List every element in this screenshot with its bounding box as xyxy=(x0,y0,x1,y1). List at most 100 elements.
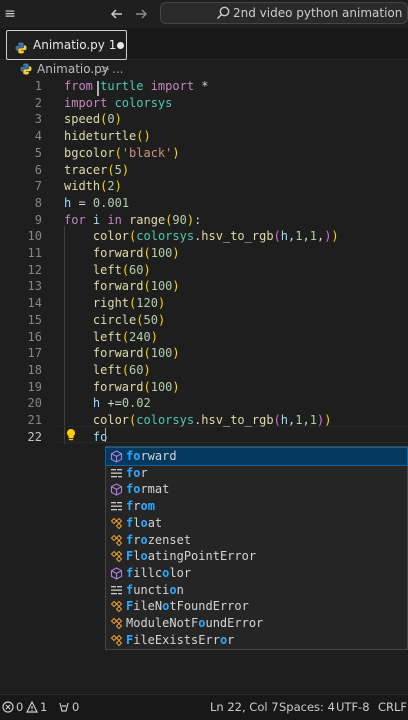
suggestion-item[interactable]: FloatingPointError xyxy=(106,548,407,565)
code-line[interactable]: h = 0.001 xyxy=(64,195,129,212)
code-line[interactable]: forward(100) xyxy=(64,379,180,396)
line-number: 5 xyxy=(34,145,42,160)
code-line[interactable]: forward(100) xyxy=(64,345,180,362)
unsaved-dot-icon[interactable] xyxy=(117,42,124,49)
code-line[interactable]: forward(100) xyxy=(64,278,180,295)
command-center-text: 2nd video python animation xyxy=(233,6,403,20)
line-number: 10 xyxy=(27,229,42,244)
tab-problem-count: 1 xyxy=(108,38,117,52)
method-cube-icon xyxy=(110,567,123,580)
keyword-icon xyxy=(110,584,123,597)
arrow-right-icon[interactable] xyxy=(131,4,151,24)
code-line[interactable]: speed(0) xyxy=(64,111,122,128)
code-line[interactable]: tracer(5) xyxy=(64,162,129,179)
tab-label: Animatio.py xyxy=(33,38,105,52)
code-line[interactable]: h +=0.02 xyxy=(64,395,151,412)
class-icon xyxy=(110,517,123,530)
keyword-icon xyxy=(110,500,123,513)
code-line[interactable]: color(colorsys.hsv_to_rgb(h,1,1)) xyxy=(64,412,332,429)
line-number: 2 xyxy=(34,95,42,110)
line-number: 7 xyxy=(34,179,42,194)
breadcrumb-symbols[interactable]: ... xyxy=(112,60,123,78)
suggestion-label: ModuleNotFoundError xyxy=(126,616,264,630)
class-icon xyxy=(110,634,123,647)
suggestion-label: fillcolor xyxy=(126,565,192,580)
line-number: 9 xyxy=(34,212,42,227)
indentation[interactable]: Spaces: 4 xyxy=(279,695,335,719)
line-number: 17 xyxy=(27,346,42,361)
suggestion-item[interactable]: for xyxy=(106,465,407,482)
method-cube-icon xyxy=(110,450,123,463)
breadcrumb-separator: > xyxy=(100,62,111,76)
lightbulb-icon[interactable] xyxy=(65,428,77,442)
code-line[interactable]: bgcolor('black') xyxy=(64,145,180,162)
line-ending[interactable]: CRLF xyxy=(378,695,407,719)
line-number: 12 xyxy=(27,262,42,277)
suggestion-label: function xyxy=(126,582,184,597)
code-line[interactable]: left(240) xyxy=(64,329,158,346)
suggestion-label: for xyxy=(126,465,148,480)
suggestion-item[interactable]: float xyxy=(106,515,407,532)
line-number: 22 xyxy=(27,429,42,444)
python-file-icon xyxy=(20,63,32,75)
code-line[interactable]: forward(100) xyxy=(64,245,180,262)
breadcrumb-file[interactable]: Animatio.py xyxy=(37,60,109,78)
suggestion-label: frozenset xyxy=(126,532,192,547)
command-center-search[interactable]: 2nd video python animation xyxy=(160,2,408,24)
suggestion-label: FloatingPointError xyxy=(126,549,257,564)
line-number: 19 xyxy=(27,379,42,394)
ports-count[interactable]: 0 xyxy=(72,695,79,719)
text-cursor xyxy=(97,81,99,96)
suggestion-label: FileExistsError xyxy=(126,632,235,647)
warning-count[interactable]: 1 xyxy=(40,695,47,719)
suggestion-label: FileNotFoundError xyxy=(126,599,249,614)
class-icon xyxy=(110,534,123,547)
error-count[interactable]: 0 xyxy=(16,695,23,719)
warning-icon[interactable] xyxy=(26,700,38,713)
menu-icon[interactable]: ≡ xyxy=(0,4,20,24)
suggestion-item[interactable]: forward xyxy=(105,447,408,466)
code-line[interactable]: for i in range(90): xyxy=(64,212,201,229)
suggestion-label: format xyxy=(126,482,170,497)
tab-animatio-py[interactable]: Animatio.py 1 xyxy=(6,30,127,60)
breadcrumb: Animatio.py > ... xyxy=(0,60,408,78)
line-number: 11 xyxy=(27,246,42,260)
code-line[interactable]: width(2) xyxy=(64,178,122,195)
tab-bar: Animatio.py 1 xyxy=(0,28,408,60)
suggestion-label: float xyxy=(126,515,163,530)
code-line[interactable]: left(60) xyxy=(64,362,151,379)
code-line[interactable]: import colorsys xyxy=(64,95,172,112)
suggestion-item[interactable]: function xyxy=(106,582,407,599)
line-number: 13 xyxy=(27,279,42,294)
suggestion-item[interactable]: fillcolor xyxy=(106,565,407,582)
code-line[interactable]: from turtle import * xyxy=(64,78,209,95)
code-line[interactable]: circle(50) xyxy=(64,312,165,329)
search-icon xyxy=(215,5,231,21)
suggestion-item[interactable]: from xyxy=(106,498,407,515)
python-file-icon xyxy=(15,39,27,54)
suggestion-item[interactable]: frozenset xyxy=(106,532,407,549)
code-line[interactable]: left(60) xyxy=(64,262,151,279)
line-number: 14 xyxy=(27,296,42,311)
ports-icon[interactable] xyxy=(58,701,70,713)
suggestion-list[interactable]: forward for format from float frozenset Floati… xyxy=(105,446,408,650)
suggestion-item[interactable]: format xyxy=(106,481,407,498)
line-number: 21 xyxy=(27,413,42,427)
code-line[interactable]: color(colorsys.hsv_to_rgb(h,1,1,)) xyxy=(64,228,339,245)
arrow-left-icon[interactable] xyxy=(107,4,127,24)
line-number: 8 xyxy=(34,195,42,210)
suggestion-label: forward xyxy=(126,449,177,463)
encoding[interactable]: UTF-8 xyxy=(336,695,370,719)
line-number: 20 xyxy=(27,396,42,411)
error-icon[interactable] xyxy=(2,701,14,713)
line-number: 1 xyxy=(34,79,42,93)
cursor-position[interactable]: Ln 22, Col 7 xyxy=(210,695,279,719)
code-line[interactable]: right(120) xyxy=(64,295,165,312)
line-number: 18 xyxy=(27,362,42,377)
suggestion-item[interactable]: FileExistsError xyxy=(106,632,407,649)
line-number: 3 xyxy=(34,112,42,127)
title-bar: ≡ 2nd video python animation xyxy=(0,0,408,28)
suggestion-item[interactable]: ModuleNotFoundError xyxy=(106,615,407,632)
code-line[interactable]: hideturtle() xyxy=(64,128,151,145)
suggestion-item[interactable]: FileNotFoundError xyxy=(106,598,407,615)
